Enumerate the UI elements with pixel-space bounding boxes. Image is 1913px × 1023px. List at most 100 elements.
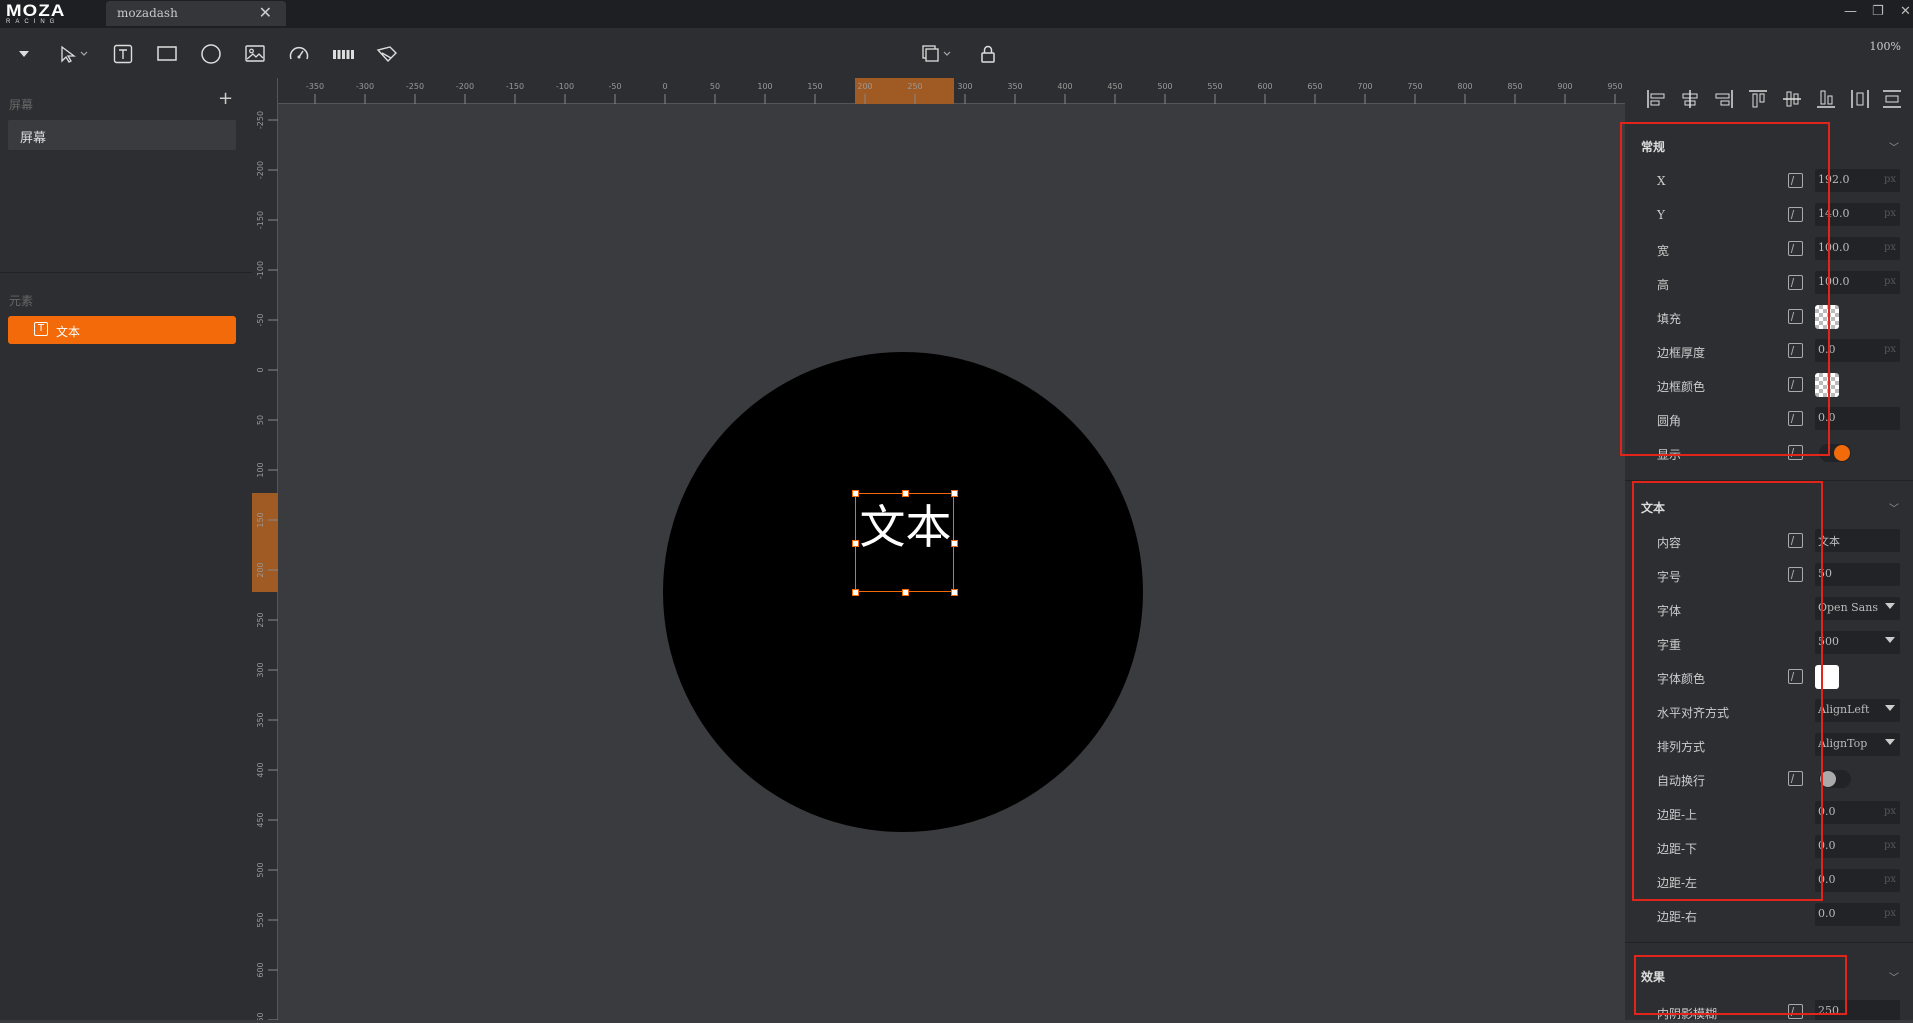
resize-handle[interactable]: [902, 490, 909, 497]
formula-icon[interactable]: [1788, 241, 1803, 256]
formula-icon[interactable]: [1788, 207, 1803, 222]
add-screen-icon[interactable]: +: [218, 88, 233, 109]
visible-toggle[interactable]: [1819, 444, 1851, 462]
formula-icon[interactable]: [1788, 445, 1803, 460]
padding-right-input[interactable]: 0.0 px: [1815, 903, 1900, 926]
element-item-label: 文本: [56, 325, 81, 339]
formula-icon[interactable]: [1788, 173, 1803, 188]
font-select[interactable]: Open Sans: [1815, 597, 1900, 620]
formula-icon[interactable]: [1788, 567, 1803, 582]
y-input[interactable]: 140.0 px: [1815, 203, 1900, 226]
screen-item[interactable]: 屏幕: [8, 120, 236, 150]
inner-shadow-blur-input[interactable]: 250: [1815, 1000, 1900, 1020]
resize-handle[interactable]: [852, 540, 859, 547]
formula-icon[interactable]: [1788, 343, 1803, 358]
align-center-vertical-icon[interactable]: [1781, 88, 1803, 110]
align-top-icon[interactable]: [1747, 88, 1769, 110]
element-item-text[interactable]: T 文本: [8, 316, 236, 344]
layout-select[interactable]: AlignTop: [1815, 733, 1900, 756]
selected-text-element[interactable]: 文本: [852, 490, 958, 596]
ruler-label: 500: [1157, 82, 1172, 91]
halign-select[interactable]: AlignLeft: [1815, 699, 1900, 722]
close-tab-icon[interactable]: ✕: [259, 3, 272, 22]
bar-tool-icon[interactable]: [332, 43, 356, 65]
font-weight-select[interactable]: 500: [1815, 631, 1900, 654]
tab-mozadash[interactable]: mozadash ✕: [106, 1, 286, 26]
prop-padding-left: 边距-左 0.0 px: [1625, 867, 1913, 895]
formula-icon[interactable]: [1788, 533, 1803, 548]
ruler-label: 350: [1007, 82, 1022, 91]
radius-input[interactable]: 0.0: [1815, 407, 1900, 430]
distribute-horizontal-icon[interactable]: [1849, 88, 1871, 110]
distribute-vertical-icon[interactable]: [1881, 88, 1903, 110]
width-input[interactable]: 100.0 px: [1815, 237, 1900, 260]
x-input[interactable]: 192.0 px: [1815, 169, 1900, 192]
border-color-swatch[interactable]: [1815, 373, 1839, 397]
resize-handle[interactable]: [951, 490, 958, 497]
divider: [0, 272, 252, 273]
chevron-down-icon[interactable]: ﹀: [1889, 500, 1899, 515]
wrap-toggle[interactable]: [1819, 770, 1851, 788]
ruler-label: 250: [256, 612, 265, 627]
align-center-horizontal-icon[interactable]: [1679, 88, 1701, 110]
prop-font-weight: 字重 500: [1625, 629, 1913, 657]
resize-handle[interactable]: [852, 490, 859, 497]
general-group-title[interactable]: 常规: [1641, 138, 1665, 155]
formula-icon[interactable]: [1788, 669, 1803, 684]
close-window-icon[interactable]: ✕: [1900, 4, 1911, 19]
formula-icon[interactable]: [1788, 275, 1803, 290]
ruler-label: -250: [406, 82, 424, 91]
effects-group-title[interactable]: 效果: [1641, 968, 1665, 985]
chevron-down-icon[interactable]: ﹀: [1889, 139, 1899, 154]
layer-order-icon[interactable]: [918, 43, 954, 65]
restore-icon[interactable]: ❐: [1872, 4, 1884, 19]
lock-icon[interactable]: [977, 43, 999, 65]
ruler-label: -50: [608, 82, 621, 91]
formula-icon[interactable]: [1788, 309, 1803, 324]
align-bottom-icon[interactable]: [1815, 88, 1837, 110]
font-size-input[interactable]: 50: [1815, 563, 1900, 586]
minimize-icon[interactable]: —: [1844, 4, 1857, 19]
chevron-down-icon[interactable]: ﹀: [1889, 969, 1899, 984]
dropdown-arrow-icon[interactable]: [13, 43, 35, 65]
text-element-content: 文本: [859, 500, 952, 554]
prop-wrap: 自动换行: [1625, 765, 1913, 793]
align-right-icon[interactable]: [1713, 88, 1735, 110]
select-pointer-icon[interactable]: [58, 43, 92, 65]
content-input[interactable]: 文本: [1815, 529, 1900, 552]
ruler-label: 600: [1257, 82, 1272, 91]
prop-font-color: 字体颜色: [1625, 663, 1913, 691]
canvas[interactable]: 文本: [278, 104, 1625, 1020]
border-width-input[interactable]: 0.0 px: [1815, 339, 1900, 362]
formula-icon[interactable]: [1788, 1004, 1803, 1019]
height-input[interactable]: 100.0 px: [1815, 271, 1900, 294]
resize-handle[interactable]: [951, 589, 958, 596]
ruler-label: 300: [957, 82, 972, 91]
rectangle-tool-icon[interactable]: [156, 43, 178, 65]
resize-handle[interactable]: [852, 589, 859, 596]
ruler-label: 100: [256, 462, 265, 477]
image-tool-icon[interactable]: [244, 43, 266, 65]
text-group-title[interactable]: 文本: [1641, 499, 1665, 516]
padding-bottom-input[interactable]: 0.0 px: [1815, 835, 1900, 858]
formula-icon[interactable]: [1788, 377, 1803, 392]
align-left-icon[interactable]: [1645, 88, 1667, 110]
ruler-label: 0: [662, 82, 667, 91]
ruler-label: 550: [256, 912, 265, 927]
ruler-label: 400: [1057, 82, 1072, 91]
text-tool-icon[interactable]: [112, 43, 134, 65]
prop-y: Y 140.0 px: [1625, 201, 1913, 229]
padding-left-input[interactable]: 0.0 px: [1815, 869, 1900, 892]
formula-icon[interactable]: [1788, 411, 1803, 426]
fill-color-swatch[interactable]: [1815, 305, 1839, 329]
resize-handle[interactable]: [902, 589, 909, 596]
font-color-swatch[interactable]: [1815, 665, 1839, 689]
path-tool-icon[interactable]: [376, 43, 398, 65]
padding-top-input[interactable]: 0.0 px: [1815, 801, 1900, 824]
ellipse-tool-icon[interactable]: [200, 43, 222, 65]
gauge-tool-icon[interactable]: [288, 43, 310, 65]
zoom-level[interactable]: 100%: [1870, 40, 1901, 53]
dropdown-arrow-icon: [1885, 705, 1895, 711]
resize-handle[interactable]: [951, 540, 958, 547]
formula-icon[interactable]: [1788, 771, 1803, 786]
